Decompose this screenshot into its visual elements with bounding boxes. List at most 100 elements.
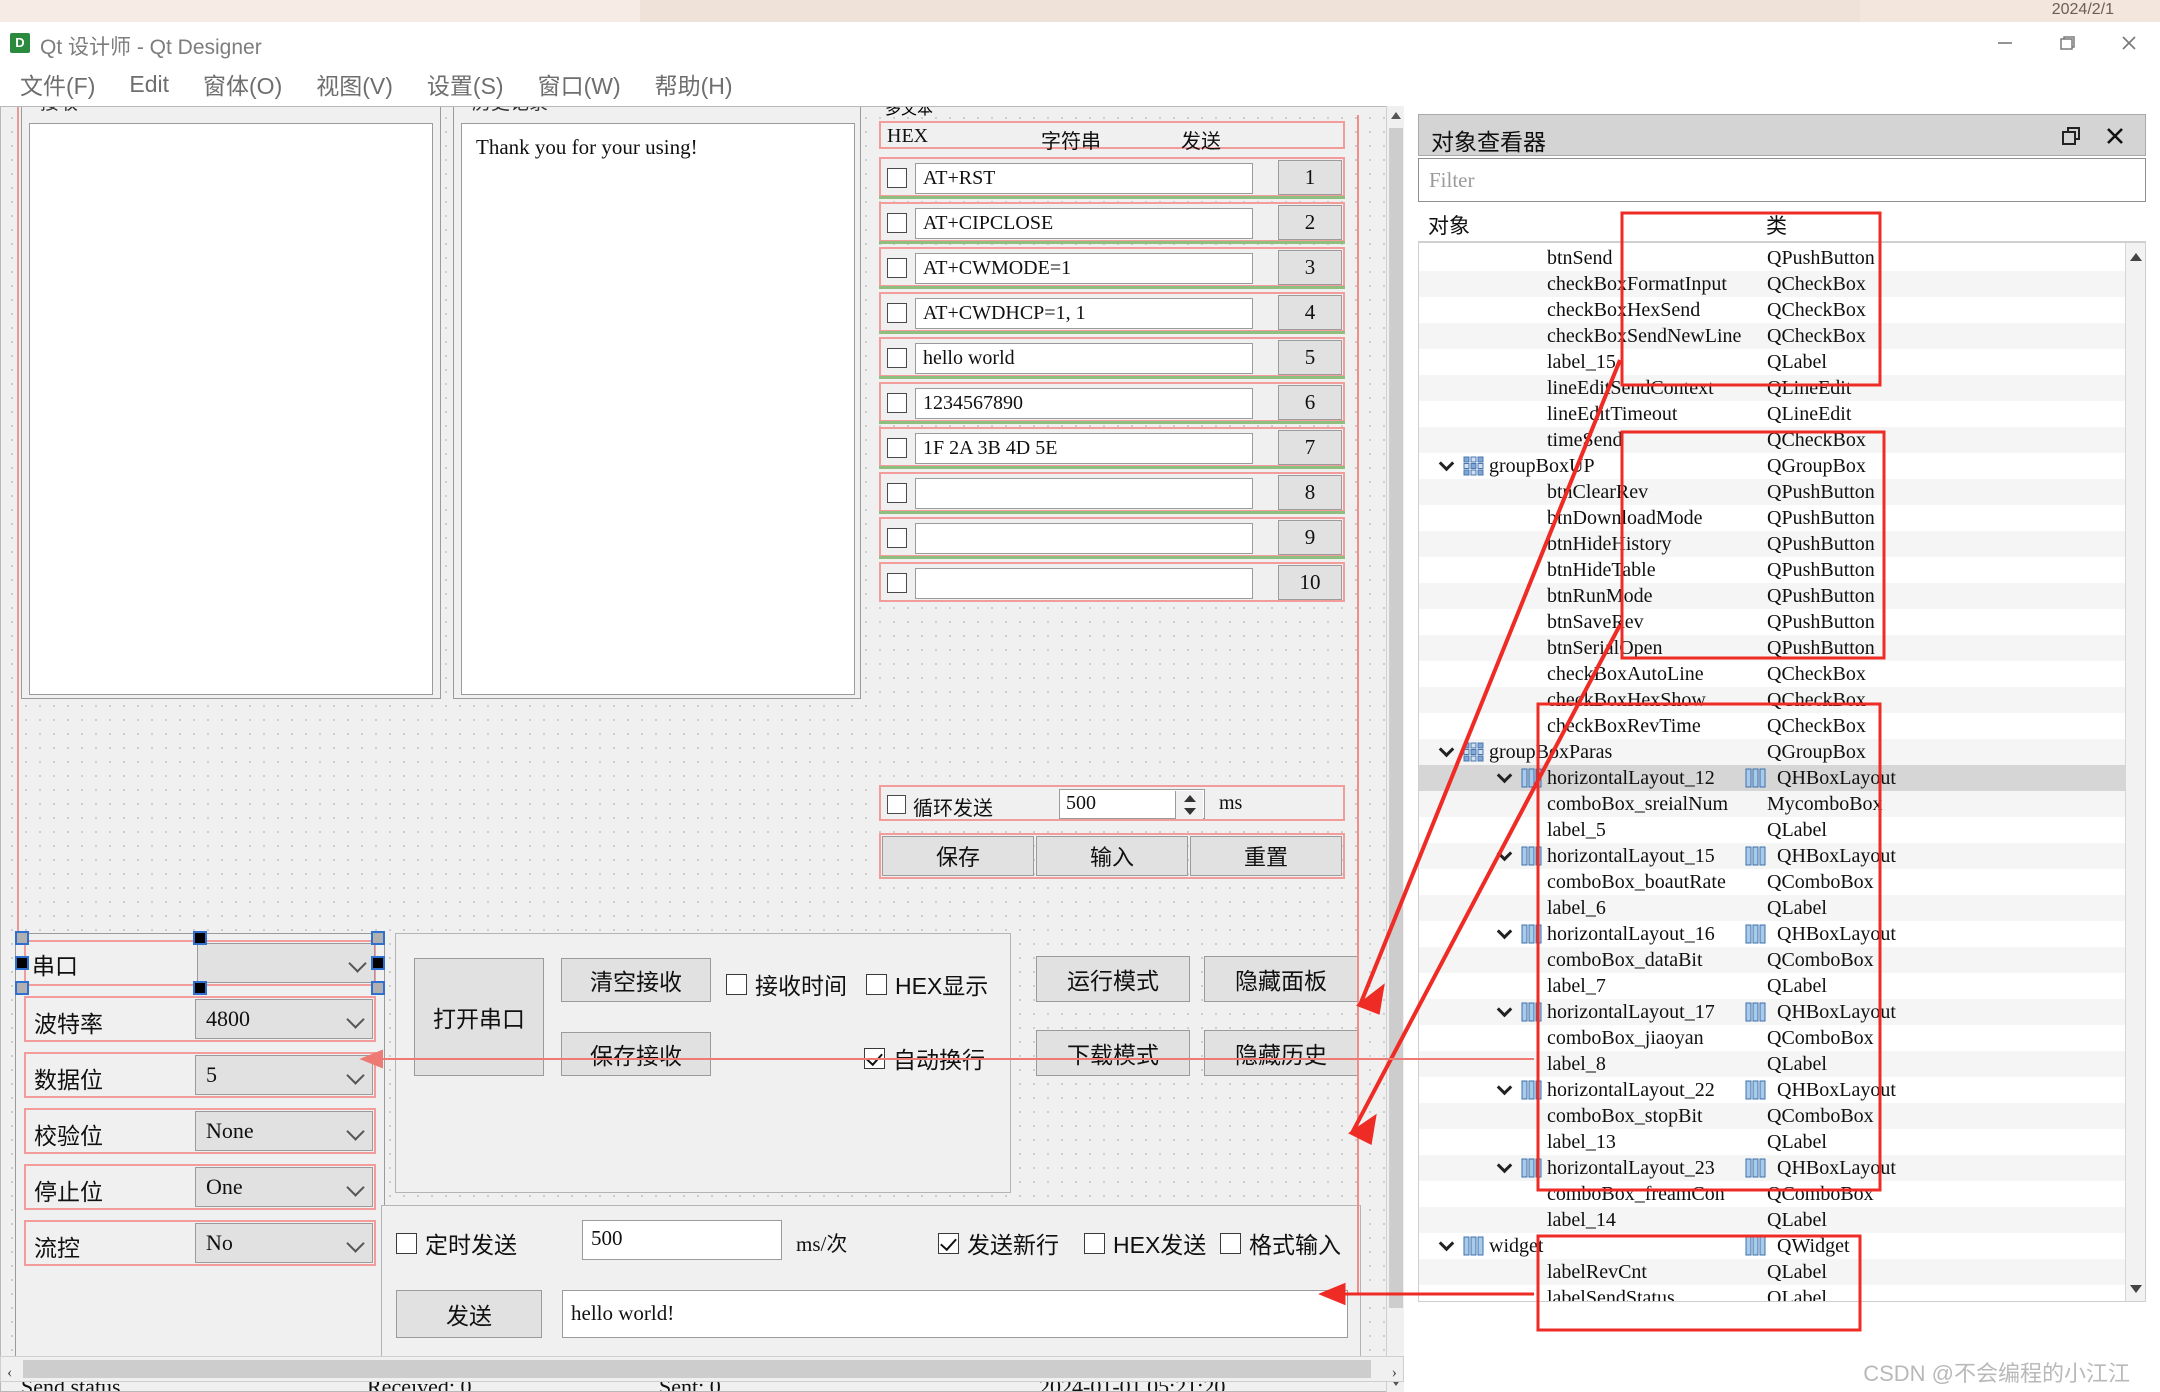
open-serial-button[interactable]: 打开串口 [414,958,544,1076]
time-send-checkbox-row[interactable]: 定时发送 [396,1226,517,1260]
menu-item-4[interactable]: 设置(S) [410,67,521,101]
spin-up-icon[interactable] [1183,795,1196,802]
hex-send-checkbox-row[interactable]: HEX发送 [1084,1226,1206,1260]
multisend-send-button[interactable]: 4 [1278,295,1342,330]
hide-history-button[interactable]: 隐藏历史 [1204,1030,1358,1076]
tree-row[interactable]: checkBoxFormatInput QCheckBox [1419,271,2125,297]
tree-row[interactable]: lineEditTimeout QLineEdit [1419,401,2125,427]
multisend-save-button[interactable]: 保存 [882,836,1034,876]
multisend-send-button[interactable]: 2 [1278,205,1342,240]
receive-textarea[interactable] [29,123,433,695]
canvas-horizontal-scrollbar[interactable]: ‹ › [0,1356,1404,1382]
send-text-input[interactable]: hello world! [562,1290,1348,1338]
tree-row[interactable]: horizontalLayout_22 QHBoxLayout [1419,1077,2125,1103]
maximize-restore-icon[interactable] [2036,22,2098,64]
multisend-send-button[interactable]: 9 [1278,520,1342,555]
resize-handle-tl[interactable] [15,931,29,945]
tree-scroll-down-icon[interactable] [2130,1285,2142,1293]
multisend-hex-checkbox[interactable] [887,438,907,458]
object-tree[interactable]: btnSend QPushButton checkBoxFormatInput QCh… [1418,242,2146,1302]
resize-handle-tr[interactable] [371,931,385,945]
serial-param-combobox[interactable]: 4800 [195,999,373,1039]
multisend-hex-checkbox[interactable] [887,213,907,233]
clear-receive-button[interactable]: 清空接收 [561,958,711,1002]
send-interval-input[interactable]: 500 [582,1220,782,1260]
tree-row[interactable]: comboBox_sreialNum MycomboBox [1419,791,2125,817]
tree-row[interactable]: btnSerialOpen QPushButton [1419,635,2125,661]
chevron-down-icon[interactable] [1496,1157,1513,1174]
multisend-hex-checkbox[interactable] [887,393,907,413]
resize-handle-bl[interactable] [15,981,29,995]
serial-param-combobox[interactable]: None [195,1111,373,1151]
multisend-send-button[interactable]: 1 [1278,160,1342,195]
tree-row[interactable]: groupBoxParas QGroupBox [1419,739,2125,765]
tree-vertical-scrollbar[interactable] [2125,243,2145,1301]
tree-row[interactable]: horizontalLayout_12 QHBoxLayout [1419,765,2125,791]
multisend-hex-checkbox[interactable] [887,573,907,593]
scroll-up-icon[interactable] [1391,112,1401,119]
tree-row[interactable]: checkBoxHexSend QCheckBox [1419,297,2125,323]
tree-row[interactable]: lineEditSendContext QLineEdit [1419,375,2125,401]
tree-row[interactable]: checkBoxAutoLine QCheckBox [1419,661,2125,687]
tree-row[interactable]: groupBoxUP QGroupBox [1419,453,2125,479]
multisend-text-input[interactable]: AT+CIPCLOSE [915,208,1253,239]
multisend-input-button[interactable]: 输入 [1036,836,1188,876]
hex-send-checkbox[interactable] [1084,1232,1105,1254]
serial-param-combobox[interactable]: No [195,1223,373,1263]
tree-row[interactable]: checkBoxHexShow QCheckBox [1419,687,2125,713]
resize-handle-t[interactable] [193,931,207,945]
tree-row[interactable]: checkBoxRevTime QCheckBox [1419,713,2125,739]
save-receive-button[interactable]: 保存接收 [561,1032,711,1076]
multisend-hex-checkbox[interactable] [887,483,907,503]
send-newline-checkbox[interactable] [938,1232,959,1254]
tree-row[interactable]: label_5 QLabel [1419,817,2125,843]
tree-row[interactable]: label_6 QLabel [1419,895,2125,921]
tree-row[interactable]: comboBox_boautRate QComboBox [1419,869,2125,895]
serial-param-combobox[interactable]: 5 [195,1055,373,1095]
tree-row[interactable]: comboBox_stopBit QComboBox [1419,1103,2125,1129]
resize-handle-l[interactable] [15,956,29,970]
chevron-down-icon[interactable] [1496,767,1513,784]
tree-row[interactable]: timeSend QCheckBox [1419,427,2125,453]
chevron-down-icon[interactable] [1496,845,1513,862]
hex-show-checkbox-row[interactable]: HEX显示 [866,967,988,1001]
chevron-down-icon[interactable] [1496,1001,1513,1018]
resize-handle-br[interactable] [371,981,385,995]
download-mode-button[interactable]: 下载模式 [1036,1030,1190,1076]
multisend-hex-checkbox[interactable] [887,348,907,368]
multisend-text-input[interactable]: AT+CWMODE=1 [915,253,1253,284]
send-button[interactable]: 发送 [396,1290,542,1338]
format-input-checkbox[interactable] [1220,1232,1241,1254]
chevron-down-icon[interactable] [1496,923,1513,940]
loop-interval-spinbox[interactable]: 500 [1059,789,1205,819]
tree-row[interactable]: comboBox_freamCon QComboBox [1419,1181,2125,1207]
tree-row[interactable]: horizontalLayout_15 QHBoxLayout [1419,843,2125,869]
scroll-left-icon[interactable]: ‹ [7,1364,12,1382]
minimize-icon[interactable] [1974,22,2036,64]
multisend-send-button[interactable]: 5 [1278,340,1342,375]
tree-row[interactable]: btnSend QPushButton [1419,245,2125,271]
tree-row[interactable]: btnDownloadMode QPushButton [1419,505,2125,531]
time-send-checkbox[interactable] [396,1232,417,1254]
tree-row[interactable]: label_13 QLabel [1419,1129,2125,1155]
serial-port-combobox[interactable] [197,943,375,983]
hide-panel-button[interactable]: 隐藏面板 [1204,956,1358,1002]
multisend-send-button[interactable]: 6 [1278,385,1342,420]
tree-row[interactable]: btnHideTable QPushButton [1419,557,2125,583]
multisend-text-input[interactable]: 1F 2A 3B 4D 5E [915,433,1253,464]
menu-item-2[interactable]: 窗体(O) [186,67,299,101]
auto-line-checkbox[interactable] [864,1047,885,1069]
canvas-vertical-scrollbar[interactable] [1386,106,1404,1392]
menu-item-3[interactable]: 视图(V) [299,67,410,101]
menu-item-6[interactable]: 帮助(H) [638,67,750,101]
tree-row[interactable]: widget QWidget [1419,1233,2125,1259]
serial-param-combobox[interactable]: One [195,1167,373,1207]
tree-row[interactable]: btnHideHistory QPushButton [1419,531,2125,557]
tree-row[interactable]: comboBox_dataBit QComboBox [1419,947,2125,973]
tree-row[interactable]: labelSendStatus QLabel [1419,1285,2125,1301]
menu-item-0[interactable]: 文件(F) [0,67,112,101]
resize-handle-b[interactable] [193,981,207,995]
multisend-send-button[interactable]: 8 [1278,475,1342,510]
spin-down-icon[interactable] [1183,808,1196,815]
multisend-text-input[interactable] [915,568,1253,599]
